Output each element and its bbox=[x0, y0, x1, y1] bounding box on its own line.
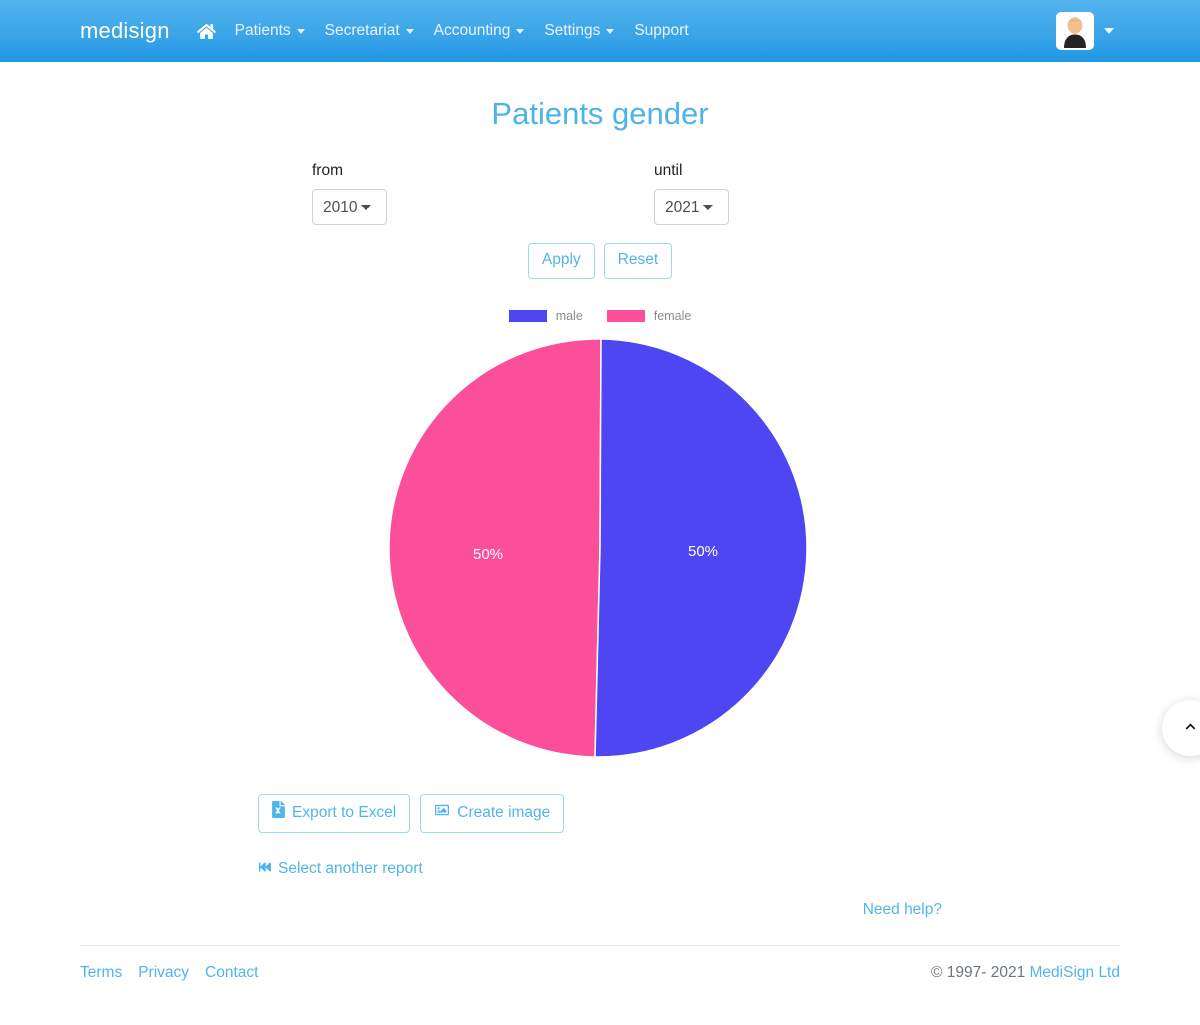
nav-item-secretariat-label: Secretariat bbox=[324, 22, 400, 39]
chevron-down-icon bbox=[516, 28, 525, 34]
pie-chart: 50% 50% bbox=[80, 334, 1120, 774]
avatar[interactable] bbox=[1056, 12, 1094, 50]
need-help-link[interactable]: Need help? bbox=[863, 901, 942, 919]
reset-button[interactable]: Reset bbox=[603, 243, 673, 280]
chart-legend: male female bbox=[80, 306, 1120, 326]
select-report-row: Select another report bbox=[80, 860, 1120, 878]
legend-label-female: female bbox=[653, 309, 692, 324]
main-navbar: medisign Patients Secretariat Accounting… bbox=[0, 0, 1200, 62]
pie-chart-svg[interactable]: 50% 50% bbox=[380, 334, 820, 764]
pie-label-female: 50% bbox=[473, 546, 503, 563]
page-container: Patients gender from 2010 until 2021 App… bbox=[0, 95, 1200, 919]
nav-item-accounting[interactable]: Accounting bbox=[424, 14, 535, 48]
filter-from: from 2010 bbox=[312, 162, 654, 226]
from-year-select[interactable]: 2010 bbox=[312, 189, 387, 226]
select-another-report-label: Select another report bbox=[278, 860, 423, 878]
copyright: © 1997- 2021 MediSign Ltd bbox=[931, 964, 1120, 982]
chevron-down-icon bbox=[1104, 28, 1114, 34]
home-icon bbox=[196, 23, 216, 40]
export-to-excel-label: Export to Excel bbox=[292, 803, 397, 821]
chevron-down-icon bbox=[405, 28, 414, 34]
legend-label-male: male bbox=[555, 309, 583, 324]
nav-item-home[interactable] bbox=[188, 15, 225, 48]
chevron-up-icon bbox=[1182, 719, 1199, 737]
footer-link-privacy[interactable]: Privacy bbox=[138, 964, 189, 982]
image-icon bbox=[434, 803, 450, 824]
filter-until-label: until bbox=[654, 162, 683, 180]
filter-actions: Apply Reset bbox=[80, 243, 1120, 280]
fast-backward-icon bbox=[258, 860, 272, 878]
export-to-excel-button[interactable]: Export to Excel bbox=[258, 794, 411, 834]
apply-button[interactable]: Apply bbox=[527, 243, 595, 280]
legend-item-male[interactable]: male bbox=[508, 309, 583, 324]
footer-link-terms[interactable]: Terms bbox=[80, 964, 122, 982]
nav-item-accounting-label: Accounting bbox=[433, 22, 511, 39]
nav-menu: Patients Secretariat Accounting Settings… bbox=[188, 14, 699, 48]
chevron-down-icon bbox=[296, 28, 305, 34]
scroll-to-top-button[interactable] bbox=[1162, 700, 1200, 756]
create-image-label: Create image bbox=[457, 803, 551, 821]
until-year-select[interactable]: 2021 bbox=[654, 189, 729, 226]
filter-row: from 2010 until 2021 bbox=[80, 162, 1120, 226]
brand-logo[interactable]: medisign bbox=[80, 18, 170, 44]
nav-item-patients[interactable]: Patients bbox=[225, 14, 315, 48]
create-image-button[interactable]: Create image bbox=[420, 794, 565, 834]
user-menu[interactable] bbox=[1056, 12, 1176, 50]
nav-item-secretariat[interactable]: Secretariat bbox=[315, 14, 424, 48]
nav-item-support-label: Support bbox=[634, 22, 689, 39]
copyright-text: © 1997- 2021 bbox=[931, 964, 1026, 982]
legend-swatch-male bbox=[508, 310, 547, 323]
nav-item-settings[interactable]: Settings bbox=[534, 14, 624, 48]
legend-item-female[interactable]: female bbox=[606, 309, 692, 324]
nav-item-support[interactable]: Support bbox=[624, 14, 698, 48]
nav-item-settings-label: Settings bbox=[544, 22, 601, 39]
select-another-report-link[interactable]: Select another report bbox=[258, 860, 423, 878]
need-help-row: Need help? bbox=[80, 901, 1120, 919]
footer-link-contact[interactable]: Contact bbox=[205, 964, 258, 982]
export-actions: Export to Excel Create image bbox=[80, 794, 1120, 834]
page-footer: Terms Privacy Contact © 1997- 2021 MediS… bbox=[0, 945, 1200, 982]
pie-label-male: 50% bbox=[688, 543, 718, 560]
footer-links: Terms Privacy Contact bbox=[80, 964, 258, 982]
chevron-down-icon bbox=[606, 28, 615, 34]
page-title: Patients gender bbox=[491, 96, 709, 131]
filter-from-label: from bbox=[312, 162, 343, 180]
filter-until: until 2021 bbox=[654, 162, 996, 226]
file-excel-icon bbox=[272, 801, 285, 825]
nav-item-patients-label: Patients bbox=[234, 22, 291, 39]
footer-row: Terms Privacy Contact © 1997- 2021 MediS… bbox=[80, 946, 1120, 982]
chart-container: male female 50% 50% bbox=[80, 306, 1120, 776]
legend-swatch-female bbox=[606, 310, 645, 323]
company-link[interactable]: MediSign Ltd bbox=[1030, 964, 1120, 981]
